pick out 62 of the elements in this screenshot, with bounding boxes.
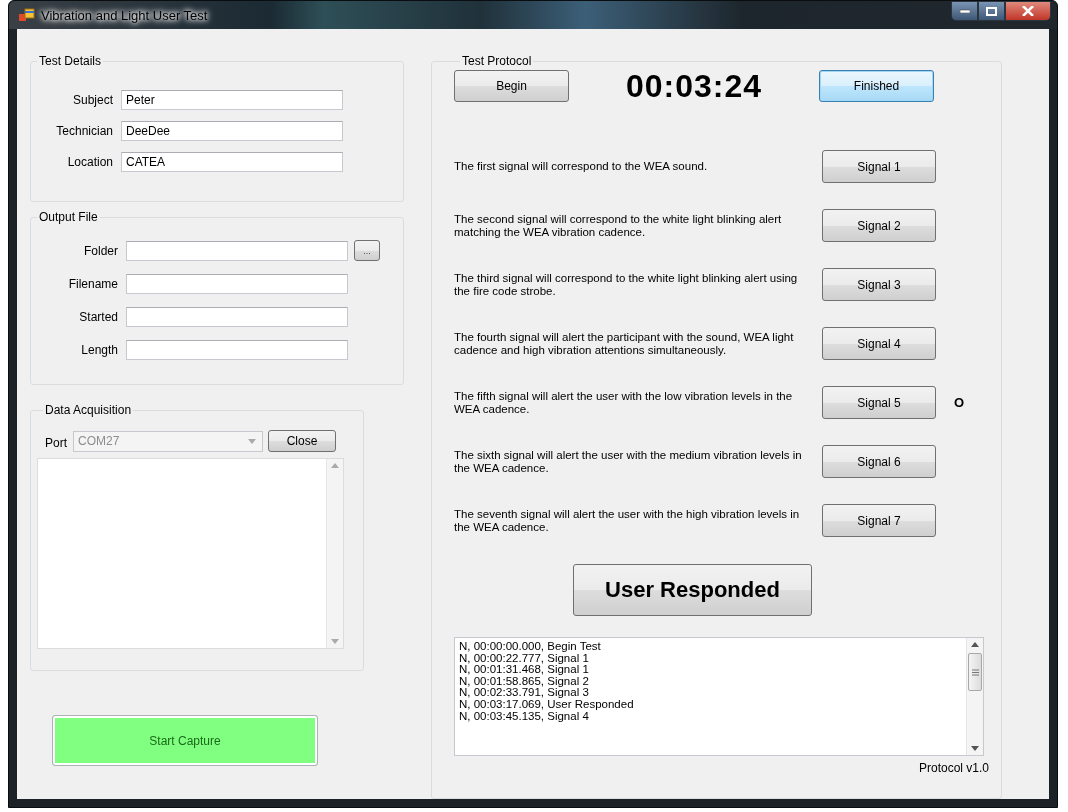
field-label: Started [78, 309, 119, 324]
signal-description: The first signal will correspond to the WEA sound. [454, 160, 709, 173]
signal-description: The second signal will correspond to the white light blinking alert matching the WEA vibration cadence. [454, 212, 783, 239]
signal-button[interactable]: Signal 1 [822, 150, 936, 183]
signal-description: The third signal will correspond to the white light blinking alert using the fire code strobe. [454, 271, 799, 298]
signal-button[interactable]: Signal 3 [822, 268, 936, 301]
window-title: Vibration and Light User Test [41, 7, 208, 23]
scroll-up-icon[interactable] [971, 642, 979, 647]
field-label: Port [44, 436, 67, 450]
text-field[interactable] [126, 240, 348, 261]
user-responded-button[interactable]: User Responded [573, 564, 812, 616]
log-line: N, 00:02:33.791, Signal 3 [459, 687, 590, 699]
signal-button[interactable]: Signal 5 [822, 386, 936, 419]
maximize-icon [986, 6, 997, 16]
field-label: Filename [67, 276, 119, 291]
group-title: Test Protocol [461, 54, 533, 68]
start-capture-button[interactable]: Start Capture [52, 715, 318, 766]
group-title: Data Acquisition [44, 403, 133, 417]
log-text-area[interactable]: N, 00:00:00.000, Begin Test N, 00:00:22.777, Signal 1 N, 00:01:31.468, Signal 1 N, 00:01:58.865, Signal 2 N, 00:02:33.791, Signal 3 N, 00:03:17.069, User Responded N, 00:03:45.135, Signal 4 [454, 637, 984, 756]
log-line: N, 00:00:00.000, Begin Test [459, 641, 602, 653]
log-line: N, 00:01:31.468, Signal 1 [459, 664, 590, 676]
log-line: N, 00:03:45.135, Signal 4 [459, 710, 589, 723]
signal-description: The seventh signal will alert the user with the high vibration levels in the WEA cadence. [454, 507, 801, 534]
scroll-down-icon[interactable] [971, 746, 979, 751]
browse-button[interactable]: ... [354, 240, 380, 261]
text-field[interactable]: Peter [121, 89, 343, 110]
field-label: Subject [71, 92, 114, 107]
close-port-button[interactable]: Close [268, 430, 336, 452]
log-line: N, 00:01:58.865, Signal 2 [459, 675, 590, 688]
close-button[interactable] [1005, 1, 1051, 21]
group-title: Output File [38, 210, 99, 224]
signal-button[interactable]: Signal 7 [822, 504, 936, 537]
text-field[interactable] [126, 306, 348, 327]
scrollbar-thumb[interactable] [968, 653, 982, 691]
group-title: Test Details [38, 54, 103, 68]
minimize-icon [959, 9, 970, 13]
field-label: Technician [55, 123, 114, 138]
text-field[interactable] [126, 273, 348, 294]
signal-button[interactable]: Signal 4 [822, 327, 936, 360]
close-icon [1022, 6, 1034, 16]
begin-button[interactable]: Begin [454, 70, 569, 102]
field-label: Length [80, 342, 119, 357]
signal-description: The fourth signal will alert the participant with the sound, WEA light cadence and high vibration attentions simultaneously. [454, 330, 795, 357]
signal-description: The sixth signal will alert the user with the medium vibration levels in the WEA cadence. [454, 448, 803, 475]
maximize-button[interactable] [978, 1, 1005, 21]
finished-button[interactable]: Finished [819, 70, 934, 102]
version-label: Protocol v1.0 [918, 761, 989, 775]
app-icon [19, 8, 35, 22]
signal-description: The fifth signal will alert the user with the low vibration levels in the WEA cadence. [454, 389, 794, 416]
minimize-button[interactable] [951, 1, 978, 21]
text-field[interactable]: CATEA [121, 151, 343, 172]
log-line: N, 00:03:17.069, User Responded [459, 698, 635, 711]
signal-button[interactable]: Signal 2 [822, 209, 936, 242]
timer: 00:03:24 [624, 67, 764, 105]
field-label: Location [66, 154, 114, 169]
dropdown-arrow-icon [248, 438, 256, 444]
field-label: Folder [83, 243, 119, 258]
text-field[interactable]: DeeDee [121, 120, 343, 141]
status-indicator: O [954, 395, 965, 410]
log-line: N, 00:00:22.777, Signal 1 [459, 652, 590, 664]
text-field[interactable] [126, 339, 348, 360]
signal-button[interactable]: Signal 6 [822, 445, 936, 478]
